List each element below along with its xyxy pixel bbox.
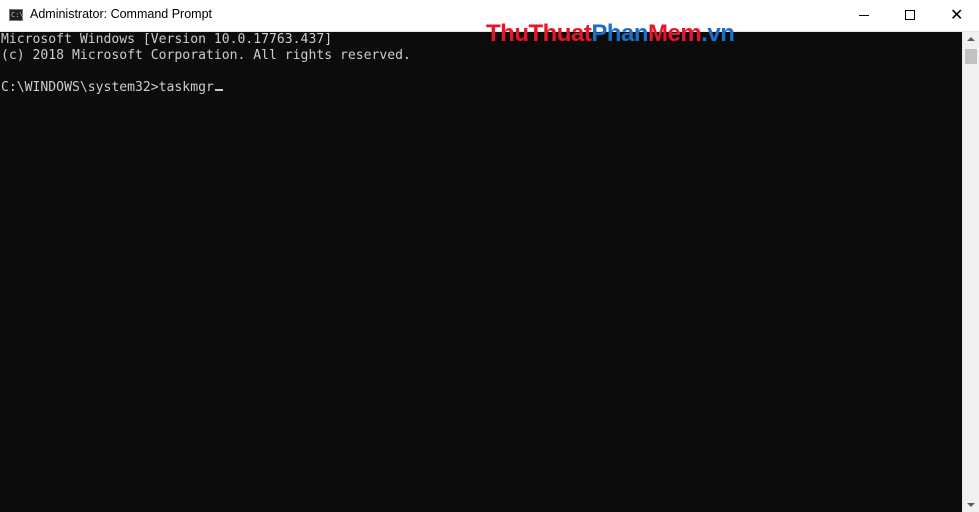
watermark-part-3: Phan (591, 20, 648, 47)
console-line: Microsoft Windows [Version 10.0.17763.43… (1, 32, 333, 47)
watermark-part-4: Mem (648, 20, 702, 47)
command-prompt-text: C:\WINDOWS\system32>taskmgr (1, 80, 214, 95)
close-button[interactable]: ✕ (933, 0, 979, 31)
vertical-scrollbar[interactable] (962, 32, 979, 512)
command-line[interactable]: C:\WINDOWS\system32>taskmgr (1, 80, 962, 96)
console-line: (c) 2018 Microsoft Corporation. All righ… (1, 48, 411, 63)
minimize-icon (859, 15, 869, 16)
watermark-logo: ThuThuatPhanMem.vn (486, 20, 735, 48)
window-title: Administrator: Command Prompt (30, 7, 213, 21)
minimize-button[interactable] (841, 0, 887, 31)
maximize-icon (905, 10, 915, 20)
maximize-button[interactable] (887, 0, 933, 31)
text-cursor (214, 89, 223, 91)
command-prompt-window: C:\ Administrator: Command Prompt ✕ ThuT… (0, 0, 979, 512)
console-output[interactable]: Microsoft Windows [Version 10.0.17763.43… (0, 32, 962, 512)
scroll-up-icon[interactable] (967, 37, 975, 41)
cmd-icon-glyph: C:\ (11, 11, 24, 19)
cmd-icon[interactable]: C:\ (9, 9, 24, 21)
scroll-down-icon[interactable] (967, 503, 975, 507)
scrollbar-thumb[interactable] (965, 49, 977, 64)
watermark-part-2: Thuat (528, 20, 592, 47)
watermark-part-5: .vn (701, 20, 735, 47)
watermark-part-1: Thu (486, 20, 529, 47)
close-icon: ✕ (950, 5, 964, 24)
